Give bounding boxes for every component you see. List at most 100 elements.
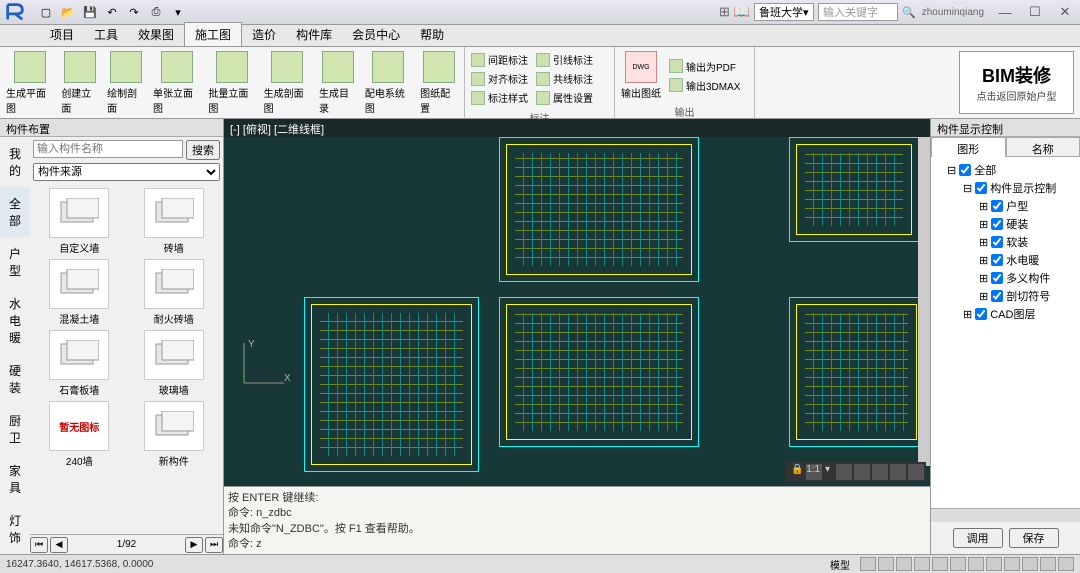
category-item[interactable]: 厨卫 (0, 404, 30, 454)
tab-render[interactable]: 效果图 (128, 23, 184, 46)
tree-node[interactable]: ⊞ CAD图层 (935, 305, 1076, 323)
ribbon-button[interactable]: 生成剖面图 (260, 49, 315, 117)
pager-prev[interactable]: ◀ (50, 537, 68, 553)
component-thumb[interactable]: 新构件 (129, 401, 220, 468)
ribbon-button[interactable]: 绘制剖面 (103, 49, 149, 117)
canvas[interactable]: YX (224, 137, 930, 486)
st-icon[interactable] (878, 557, 894, 571)
st-icon[interactable] (914, 557, 930, 571)
search-icon[interactable]: 🔍 (902, 6, 916, 19)
ribbon-button[interactable]: 创建立面 (57, 49, 103, 117)
st-icon[interactable] (950, 557, 966, 571)
qat-new-icon[interactable]: ▢ (38, 4, 54, 20)
category-item[interactable]: 我的 (0, 137, 30, 187)
st-icon[interactable] (896, 557, 912, 571)
tree-node[interactable]: ⊞ 剖切符号 (935, 287, 1076, 305)
tree-node[interactable]: ⊟ 全部 (935, 161, 1076, 179)
component-thumb[interactable]: 砖墙 (129, 188, 220, 255)
ribbon-button[interactable]: 单张立面图 (149, 49, 204, 117)
ribbon-button-sm[interactable]: 标注样式 (469, 89, 530, 106)
component-thumb[interactable]: 混凝土墙 (34, 259, 125, 326)
tree-node[interactable]: ⊞ 硬装 (935, 215, 1076, 233)
qat-undo-icon[interactable]: ↶ (104, 4, 120, 20)
ribbon-button[interactable]: 配电系统图 (361, 49, 416, 117)
close-button[interactable]: ✕ (1050, 1, 1080, 23)
floorplan[interactable] (304, 297, 479, 472)
component-thumb[interactable]: 石膏板墙 (34, 330, 125, 397)
floorplan[interactable] (499, 137, 699, 282)
viewport[interactable]: [-] [俯视] [二维线框] YX 🔒 1:1 ▾ 按 ENTER 键继续: … (224, 119, 930, 554)
tab-tools[interactable]: 工具 (84, 23, 128, 46)
component-search-input[interactable] (33, 140, 183, 158)
university-combo[interactable]: 鲁班大学 ▾ (754, 3, 814, 21)
load-button[interactable]: 调用 (953, 528, 1003, 548)
component-thumb[interactable]: 玻璃墙 (129, 330, 220, 397)
floorplan[interactable] (789, 297, 924, 447)
tree-node[interactable]: ⊞ 软装 (935, 233, 1076, 251)
ribbon-button[interactable]: 生成平面图 (2, 49, 57, 117)
save-button[interactable]: 保存 (1009, 528, 1059, 548)
model-label[interactable]: 模型 (830, 557, 850, 572)
maximize-button[interactable]: ☐ (1020, 1, 1050, 23)
tab-cost[interactable]: 造价 (242, 23, 286, 46)
vt-icon[interactable] (872, 464, 888, 480)
tab-construction[interactable]: 施工图 (184, 22, 242, 46)
tab-name[interactable]: 名称 (1006, 137, 1080, 157)
st-icon[interactable] (1004, 557, 1020, 571)
app-logo[interactable] (0, 0, 30, 25)
component-thumb[interactable]: 暂无图标240墙 (34, 401, 125, 468)
qat-dropdown-icon[interactable]: ▾ (170, 4, 186, 20)
minimize-button[interactable]: — (990, 1, 1020, 23)
ribbon-button-sm[interactable]: 输出为PDF (667, 58, 742, 75)
tab-graphic[interactable]: 图形 (931, 137, 1006, 157)
qat-open-icon[interactable]: 📂 (60, 4, 76, 20)
tab-components[interactable]: 构件库 (286, 23, 342, 46)
book-icon[interactable]: 📖 (734, 4, 750, 20)
ribbon-button-sm[interactable]: 共线标注 (534, 70, 595, 87)
vt-icon[interactable] (854, 464, 870, 480)
source-select[interactable]: 构件来源 (33, 163, 220, 181)
bim-return-button[interactable]: BIM装修 点击返回原始户型 (959, 51, 1074, 114)
pager-next[interactable]: ▶ (185, 537, 203, 553)
tree-node[interactable]: ⊞ 水电暖 (935, 251, 1076, 269)
component-thumb[interactable]: 自定义墙 (34, 188, 125, 255)
tree-node[interactable]: ⊟ 构件显示控制 (935, 179, 1076, 197)
scale-label[interactable]: 🔒 1:1 ▾ (787, 464, 834, 480)
ribbon-button[interactable]: 生成目录 (315, 49, 361, 117)
ribbon-button-sm[interactable]: 对齐标注 (469, 70, 530, 87)
vertical-scrollbar[interactable] (918, 137, 930, 466)
qat-save-icon[interactable]: 💾 (82, 4, 98, 20)
st-icon[interactable] (1022, 557, 1038, 571)
tab-help[interactable]: 帮助 (410, 23, 454, 46)
tab-project[interactable]: 项目 (40, 23, 84, 46)
ribbon-button-sm[interactable]: 输出3DMAX (667, 77, 742, 94)
floorplan[interactable] (499, 297, 699, 447)
search-button[interactable]: 搜索 (186, 140, 220, 160)
vt-icon[interactable] (908, 464, 924, 480)
st-icon[interactable] (986, 557, 1002, 571)
command-line[interactable]: 按 ENTER 键继续: 命令: n_zdbc 未知命令"N_ZDBC"。按 F… (224, 486, 930, 554)
st-icon[interactable] (1058, 557, 1074, 571)
visibility-tree[interactable]: ⊟ 全部 ⊟ 构件显示控制 ⊞ 户型⊞ 硬装⊞ 软装⊞ 水电暖⊞ 多义构件⊞ 剖… (931, 157, 1080, 508)
category-item[interactable]: 硬装 (0, 354, 30, 404)
tab-member[interactable]: 会员中心 (342, 23, 410, 46)
ribbon-button-sm[interactable]: 引线标注 (534, 51, 595, 68)
export-drawing-button[interactable]: DWG 输出图纸 (617, 49, 665, 102)
ribbon-button[interactable]: 图纸配置 (416, 49, 462, 117)
component-thumb[interactable]: 耐火砖墙 (129, 259, 220, 326)
qat-print-icon[interactable]: ⎙ (148, 4, 164, 20)
pager-last[interactable]: ⏭ (205, 537, 223, 553)
st-icon[interactable] (932, 557, 948, 571)
floorplan[interactable] (789, 137, 919, 242)
st-icon[interactable] (1040, 557, 1056, 571)
ribbon-button-sm[interactable]: 属性设置 (534, 89, 595, 106)
grid-icon[interactable]: ⊞ (719, 4, 730, 20)
category-item[interactable]: 全部 (0, 187, 30, 237)
qat-redo-icon[interactable]: ↷ (126, 4, 142, 20)
vt-icon[interactable] (890, 464, 906, 480)
horizontal-scrollbar[interactable] (931, 508, 1080, 522)
category-item[interactable]: 家具 (0, 454, 30, 504)
st-icon[interactable] (968, 557, 984, 571)
category-item[interactable]: 水电暖 (0, 287, 30, 354)
category-item[interactable]: 户型 (0, 237, 30, 287)
